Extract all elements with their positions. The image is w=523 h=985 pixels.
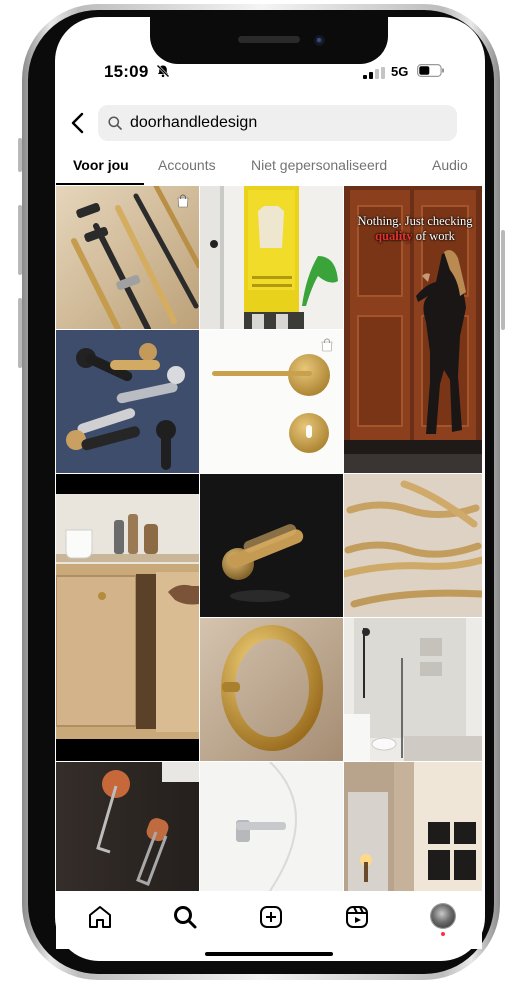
chevron-left-icon[interactable] bbox=[68, 112, 88, 134]
active-tab-indicator bbox=[56, 183, 144, 185]
grid-tile-wood-leather-pull[interactable] bbox=[56, 762, 199, 891]
grid-tile-lever-handles-blue[interactable] bbox=[56, 330, 199, 473]
shop-badge-icon bbox=[177, 194, 189, 208]
volume-down-button bbox=[18, 298, 22, 368]
power-button bbox=[501, 230, 505, 330]
grid-tile-white-door-lever[interactable] bbox=[200, 762, 343, 891]
grid-tile-knurled-lever-black[interactable] bbox=[200, 474, 343, 617]
grid-tile-wood-cabinet-knob[interactable] bbox=[56, 474, 199, 761]
mute-switch bbox=[18, 138, 22, 172]
bell-muted-icon bbox=[156, 64, 170, 78]
search-nav-icon[interactable] bbox=[171, 903, 199, 931]
home-icon[interactable] bbox=[86, 903, 114, 931]
volume-up-button bbox=[18, 205, 22, 275]
notification-dot bbox=[441, 932, 445, 936]
tab-audio[interactable]: Audio bbox=[432, 157, 468, 173]
explore-grid: Nothing. Just checking quality of work bbox=[56, 186, 482, 891]
grid-tile-yellow-closet-door[interactable] bbox=[200, 186, 343, 329]
battery-icon bbox=[417, 64, 444, 77]
search-query[interactable]: doorhandledesign bbox=[130, 114, 257, 132]
status-time: 15:09 bbox=[104, 62, 149, 81]
signal-icon bbox=[363, 67, 385, 79]
shop-badge-icon bbox=[321, 338, 333, 352]
create-icon[interactable] bbox=[257, 903, 285, 931]
tab-niet-gepersonaliseerd[interactable]: Niet gepersonaliseerd bbox=[251, 157, 387, 173]
tab-accounts[interactable]: Accounts bbox=[158, 157, 216, 173]
reel-caption-overlay: Nothing. Just checking quality of work bbox=[350, 214, 480, 244]
caption-text-highlight: quality bbox=[375, 229, 413, 243]
caption-text-start: Nothing. Just checking bbox=[357, 214, 473, 228]
grid-tile-brass-pull-handles[interactable] bbox=[344, 474, 482, 617]
tab-voor-jou[interactable]: Voor jou bbox=[73, 157, 129, 173]
speaker bbox=[238, 36, 300, 43]
caption-text-end: of work bbox=[412, 229, 455, 243]
home-indicator bbox=[205, 952, 333, 956]
network-type: 5G bbox=[391, 64, 409, 79]
grid-tile-shower-bathroom[interactable] bbox=[344, 618, 482, 761]
profile-avatar[interactable] bbox=[431, 904, 455, 928]
front-camera bbox=[314, 35, 325, 46]
reels-icon[interactable] bbox=[343, 903, 371, 931]
grid-tile-sconce-wall[interactable] bbox=[344, 762, 482, 891]
search-icon bbox=[108, 116, 122, 130]
grid-tile-brass-ring-handle[interactable] bbox=[200, 618, 343, 761]
